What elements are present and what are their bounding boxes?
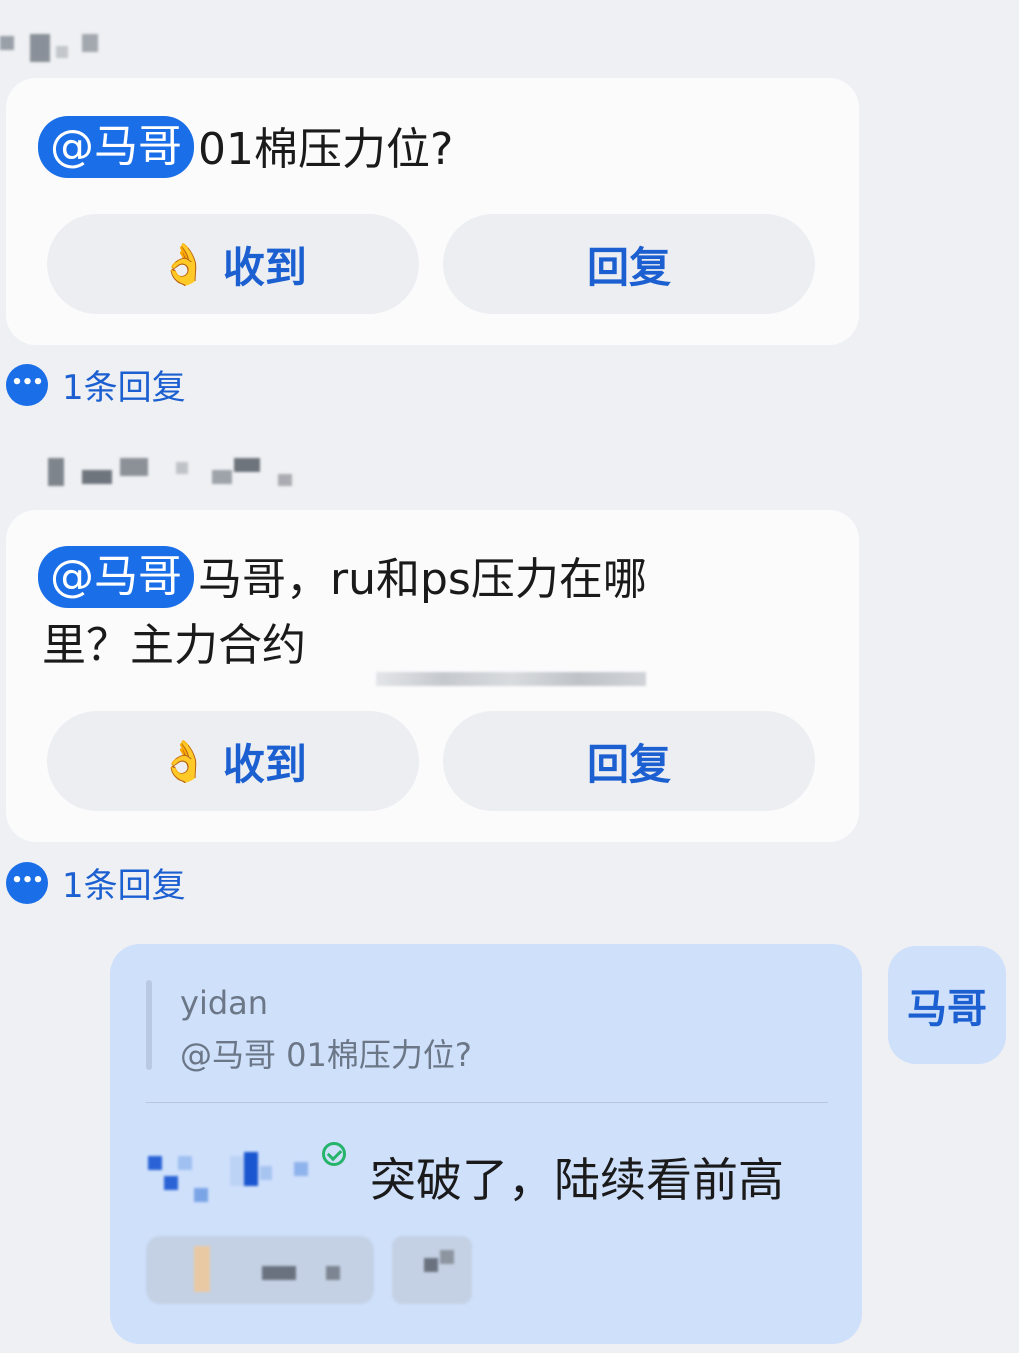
thread-replies-link[interactable]: ••• 1条回复	[6, 858, 186, 907]
quote-text: @马哥 01棉压力位?	[180, 1036, 472, 1074]
sender-name-blurred	[20, 452, 300, 492]
message-text-line2: 里？主力合约	[42, 620, 306, 671]
ack-button-label: 收到	[222, 739, 307, 789]
thread-replies-link[interactable]: ••• 1条回复	[6, 360, 186, 409]
message-bubble: @马哥 01棉压力位? 👌 收到 回复	[6, 78, 859, 345]
reply-button-label: 回复	[586, 242, 671, 292]
chat-bubble-icon: •••	[6, 861, 48, 904]
reply-button[interactable]: 回复	[443, 214, 815, 314]
quote-author: yidan	[180, 984, 269, 1022]
message-content: 01棉压力位?	[198, 124, 454, 175]
ok-hand-icon: 👌	[159, 241, 209, 288]
quote-bar	[146, 980, 152, 1070]
ok-hand-icon: 👌	[159, 738, 209, 785]
ack-button[interactable]: 👌 收到	[47, 214, 419, 314]
message-text: @马哥 马哥，ru和ps压力在哪	[38, 546, 647, 614]
mention-tag[interactable]: @马哥	[38, 546, 194, 608]
thread-count: 1条回复	[62, 866, 186, 906]
message-text: @马哥 01棉压力位?	[38, 116, 453, 184]
thread-count: 1条回复	[62, 368, 186, 408]
divider	[146, 1102, 828, 1103]
sender-name-blurred	[0, 30, 120, 70]
reply-button-label: 回复	[586, 739, 671, 789]
mention-blurred	[144, 1152, 314, 1208]
avatar[interactable]: 马哥	[888, 946, 1006, 1064]
message-content: 马哥，ru和ps压力在哪	[198, 554, 647, 605]
blurred-content	[376, 664, 646, 692]
own-message-bubble: yidan @马哥 01棉压力位? 突破了，陆续看前高	[110, 944, 862, 1344]
ack-button-label: 收到	[222, 242, 307, 292]
message-bubble: @马哥 马哥，ru和ps压力在哪 里？主力合约 👌 收到 回复	[6, 510, 859, 842]
blurred-attachment	[146, 1236, 476, 1306]
mention-tag[interactable]: @马哥	[38, 116, 194, 178]
read-check-icon	[322, 1142, 346, 1166]
ack-button[interactable]: 👌 收到	[47, 711, 419, 811]
own-message-text: 突破了，陆续看前高	[370, 1153, 784, 1207]
chat-bubble-icon: •••	[6, 363, 48, 406]
reply-button[interactable]: 回复	[443, 711, 815, 811]
